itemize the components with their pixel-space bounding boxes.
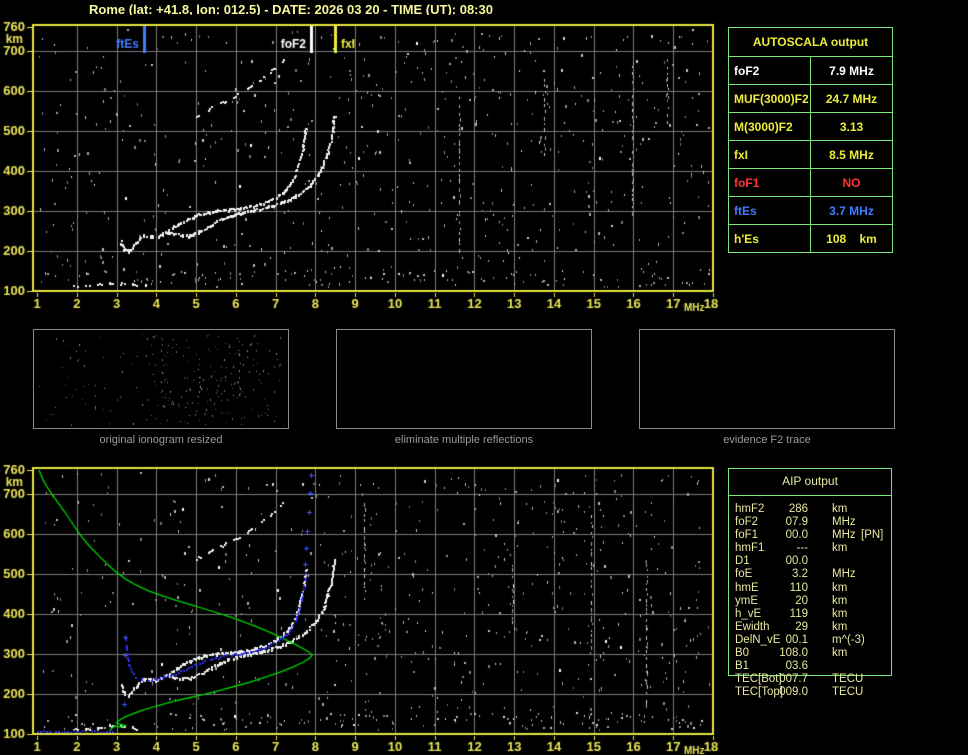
- aip-row: TEC[Top] 009.0 TECU: [735, 686, 892, 699]
- aip-row: B0 108.0 km: [735, 647, 892, 660]
- aip-row: foF1 00.0 MHz [PN]: [735, 529, 892, 542]
- param-unit: MHz: [832, 568, 856, 581]
- param-unit: km: [832, 503, 848, 515]
- autoscala-window: Rome (lat: +41.8, lon: 012.5) - DATE: 20…: [0, 0, 968, 755]
- param-label: foF2: [728, 56, 811, 85]
- param-value: 007.7: [779, 673, 808, 686]
- param-value: 00.0: [785, 529, 808, 542]
- aip-row: foF2 07.9 MHz: [735, 516, 892, 529]
- thumbnail-caption: eliminate multiple reflections: [394, 434, 534, 446]
- thumbnail-eliminate-multiples: [336, 329, 592, 429]
- param-value: 3.13: [810, 112, 893, 141]
- param-value: 00.1: [785, 633, 808, 646]
- param-value: 29: [795, 620, 808, 633]
- table-row: M(3000)F2 3.13: [728, 112, 893, 141]
- param-unit: km: [832, 620, 848, 633]
- aip-panel-header: AIP output: [782, 474, 838, 488]
- param-label: MUF(3000)F2: [728, 84, 811, 113]
- param-value: 3.2: [792, 568, 808, 581]
- param-label: foF1: [728, 168, 811, 197]
- param-label: hmF2: [735, 503, 765, 515]
- param-unit: km: [832, 581, 848, 594]
- param-value: 24.7 MHz: [810, 84, 893, 113]
- aip-row: D1 00.0: [735, 555, 892, 568]
- aip-row: h_vE 119 km: [735, 608, 892, 621]
- bottom-ionogram-plot: [0, 458, 730, 755]
- param-value: 110: [789, 581, 808, 594]
- param-unit: km: [832, 542, 848, 555]
- param-value: 00.0: [785, 555, 808, 568]
- aip-output-panel: AIP output hmF2 286 km foF2 07.9 MHz foF1 00.…: [728, 468, 892, 704]
- param-unit: TECU: [832, 686, 864, 699]
- param-extra: [PN]: [861, 529, 884, 542]
- param-value: 7.9 MHz: [810, 56, 893, 85]
- param-label: fxI: [728, 140, 811, 169]
- aip-row: foE 3.2 MHz: [735, 568, 892, 581]
- aip-row: DelN_vE 00.1 m^(-3): [735, 634, 892, 647]
- param-label: M(3000)F2: [728, 112, 811, 141]
- aip-row: ymE 20 km: [735, 595, 892, 608]
- aip-row: hmF1 --- km: [735, 542, 892, 555]
- param-unit: km: [832, 594, 848, 607]
- param-value: 009.0: [779, 686, 808, 699]
- aip-row: hmF2 286 km: [735, 503, 892, 516]
- table-row: MUF(3000)F2 24.7 MHz: [728, 84, 893, 113]
- param-value: 8.5 MHz: [810, 140, 893, 169]
- param-unit: MHz: [832, 516, 856, 529]
- thumbnail-caption: evidence F2 trace: [723, 434, 811, 446]
- param-unit: TECU: [832, 673, 864, 686]
- aip-row: TEC[Bot] 007.7 TECU: [735, 673, 892, 686]
- param-value: 108 km: [810, 224, 893, 253]
- top-ionogram-plot: [0, 15, 730, 317]
- param-unit: km: [832, 647, 848, 660]
- param-label: h'Es: [728, 224, 811, 253]
- param-label: h_vE: [735, 607, 762, 620]
- param-label: D1: [735, 555, 750, 568]
- table-row: foF1 NO: [728, 168, 893, 197]
- autoscala-output-table: AUTOSCALA output foF2 7.9 MHz MUF(3000)F…: [728, 27, 893, 253]
- thumbnail-evidence-f2-trace: [639, 329, 895, 429]
- param-label: B0: [735, 647, 750, 660]
- param-label: ymE: [735, 594, 758, 607]
- table-row: ftEs 3.7 MHz: [728, 196, 893, 225]
- param-label: B1: [735, 660, 750, 673]
- param-label: hmF1: [735, 542, 765, 555]
- param-value: ---: [796, 542, 809, 555]
- table-row: foF2 7.9 MHz: [728, 56, 893, 85]
- param-value: 119: [789, 607, 808, 620]
- param-value: NO: [810, 168, 893, 197]
- param-label: hmE: [735, 581, 759, 594]
- param-unit: MHz: [832, 529, 856, 542]
- thumbnail-caption: original ionogram resized: [99, 434, 223, 446]
- table-row: h'Es 108 km: [728, 224, 893, 253]
- aip-row: Ewidth 29 km: [735, 621, 892, 634]
- param-label: ftEs: [728, 196, 811, 225]
- aip-rows: hmF2 286 km foF2 07.9 MHz foF1 00.0 MHz [PN] hm…: [735, 503, 892, 699]
- param-value: 3.7 MHz: [810, 196, 893, 225]
- param-unit: m^(-3): [832, 633, 865, 646]
- param-value: 03.6: [785, 660, 808, 673]
- aip-header-divider: [728, 495, 892, 496]
- aip-row: B1 03.6: [735, 660, 892, 673]
- autoscala-table-header: AUTOSCALA output: [728, 27, 893, 57]
- param-label: foF1: [735, 529, 759, 542]
- param-value: 286: [788, 503, 808, 515]
- table-row: fxI 8.5 MHz: [728, 140, 893, 169]
- param-unit: km: [832, 607, 848, 620]
- param-label: foF2: [735, 516, 759, 529]
- param-value: 20: [795, 594, 808, 607]
- param-label: foE: [735, 568, 753, 581]
- param-value: 07.9: [785, 516, 808, 529]
- thumbnail-original-ionogram: [33, 329, 289, 429]
- param-value: 108.0: [779, 647, 808, 660]
- aip-row: hmE 110 km: [735, 582, 892, 595]
